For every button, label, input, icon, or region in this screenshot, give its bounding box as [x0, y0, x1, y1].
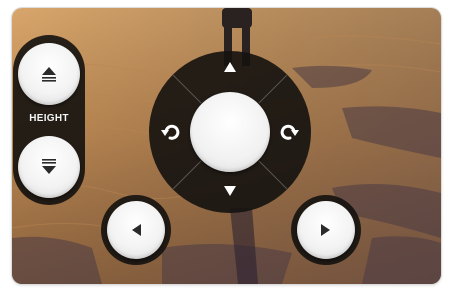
height-up-button[interactable]: [18, 43, 80, 105]
triangle-right-icon: [321, 224, 330, 236]
rotate-right-button[interactable]: [279, 121, 301, 143]
triangle-left-icon: [132, 224, 141, 236]
move-left-button[interactable]: [107, 201, 165, 259]
forward-button[interactable]: [219, 56, 241, 78]
move-right-button[interactable]: [297, 201, 355, 259]
height-down-button[interactable]: [18, 136, 80, 198]
center-button[interactable]: [190, 92, 270, 172]
rotate-left-icon: [161, 124, 180, 140]
eject-up-icon: [42, 67, 56, 82]
rotate-right-icon: [280, 124, 299, 140]
triangle-down-icon: [224, 186, 236, 196]
rotate-left-button[interactable]: [159, 121, 181, 143]
triangle-up-icon: [224, 62, 236, 72]
eject-down-icon: [42, 159, 56, 174]
backward-button[interactable]: [219, 180, 241, 202]
height-label: HEIGHT: [29, 113, 69, 124]
